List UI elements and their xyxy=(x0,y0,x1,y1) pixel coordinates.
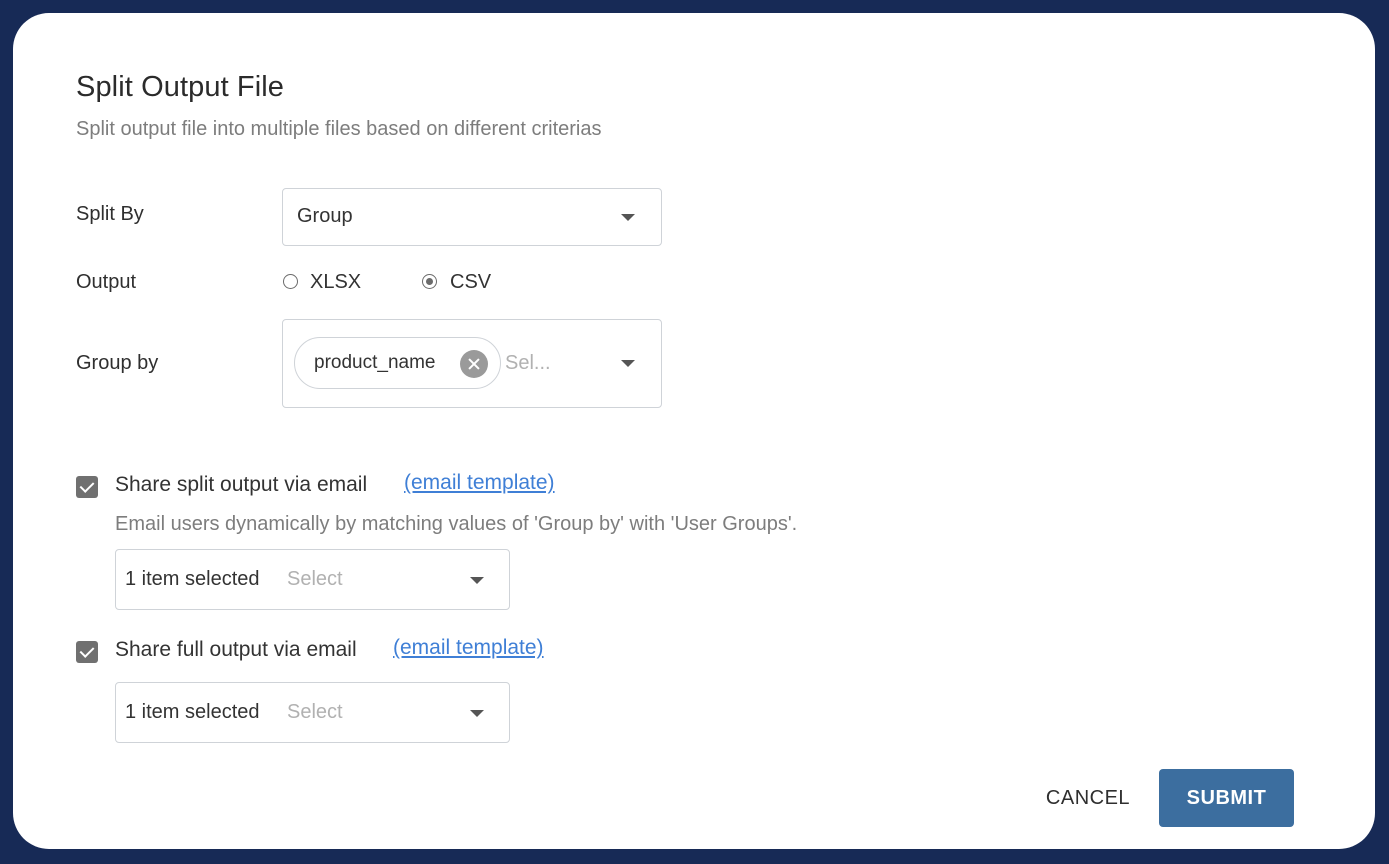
chip-label: product_name xyxy=(314,352,436,373)
share-split-selected-text: 1 item selected xyxy=(125,568,260,590)
group-by-chip: product_name xyxy=(294,337,501,389)
radio-icon[interactable] xyxy=(283,274,298,289)
split-output-dialog: Split Output File Split output file into… xyxy=(13,13,1375,849)
share-full-label: Share full output via email xyxy=(115,638,357,661)
share-split-label: Share split output via email xyxy=(115,473,368,496)
share-split-recipients-select[interactable]: 1 item selected Select xyxy=(115,549,510,610)
share-split-checkbox[interactable] xyxy=(76,476,98,498)
chevron-down-icon xyxy=(470,710,484,717)
dialog-subtitle: Split output file into multiple files ba… xyxy=(76,118,602,140)
cancel-button[interactable]: CANCEL xyxy=(1028,769,1148,827)
share-split-placeholder: Select xyxy=(287,568,343,590)
radio-checked-icon[interactable] xyxy=(422,274,437,289)
close-circle-icon[interactable] xyxy=(460,350,488,378)
share-split-helper-text: Email users dynamically by matching valu… xyxy=(115,513,798,535)
share-full-recipients-select[interactable]: 1 item selected Select xyxy=(115,682,510,743)
chevron-down-icon xyxy=(621,214,635,221)
split-by-select[interactable]: Group xyxy=(282,188,662,246)
output-label: Output xyxy=(76,271,137,293)
share-full-selected-text: 1 item selected xyxy=(125,701,260,723)
split-by-value: Group xyxy=(297,205,353,227)
share-full-email-template-link[interactable]: (email template) xyxy=(393,636,544,660)
radio-label-xlsx: XLSX xyxy=(310,271,362,293)
group-by-placeholder: Sel... xyxy=(505,352,551,374)
split-by-label: Split By xyxy=(76,203,144,225)
dialog-title: Split Output File xyxy=(76,71,285,103)
chevron-down-icon xyxy=(470,577,484,584)
group-by-multiselect[interactable]: product_name Sel... xyxy=(282,319,662,408)
share-full-checkbox[interactable] xyxy=(76,641,98,663)
submit-button[interactable]: SUBMIT xyxy=(1159,769,1294,827)
share-full-placeholder: Select xyxy=(287,701,343,723)
group-by-label: Group by xyxy=(76,352,159,374)
radio-label-csv: CSV xyxy=(450,271,492,293)
chevron-down-icon xyxy=(621,360,635,367)
share-split-email-template-link[interactable]: (email template) xyxy=(404,471,555,495)
